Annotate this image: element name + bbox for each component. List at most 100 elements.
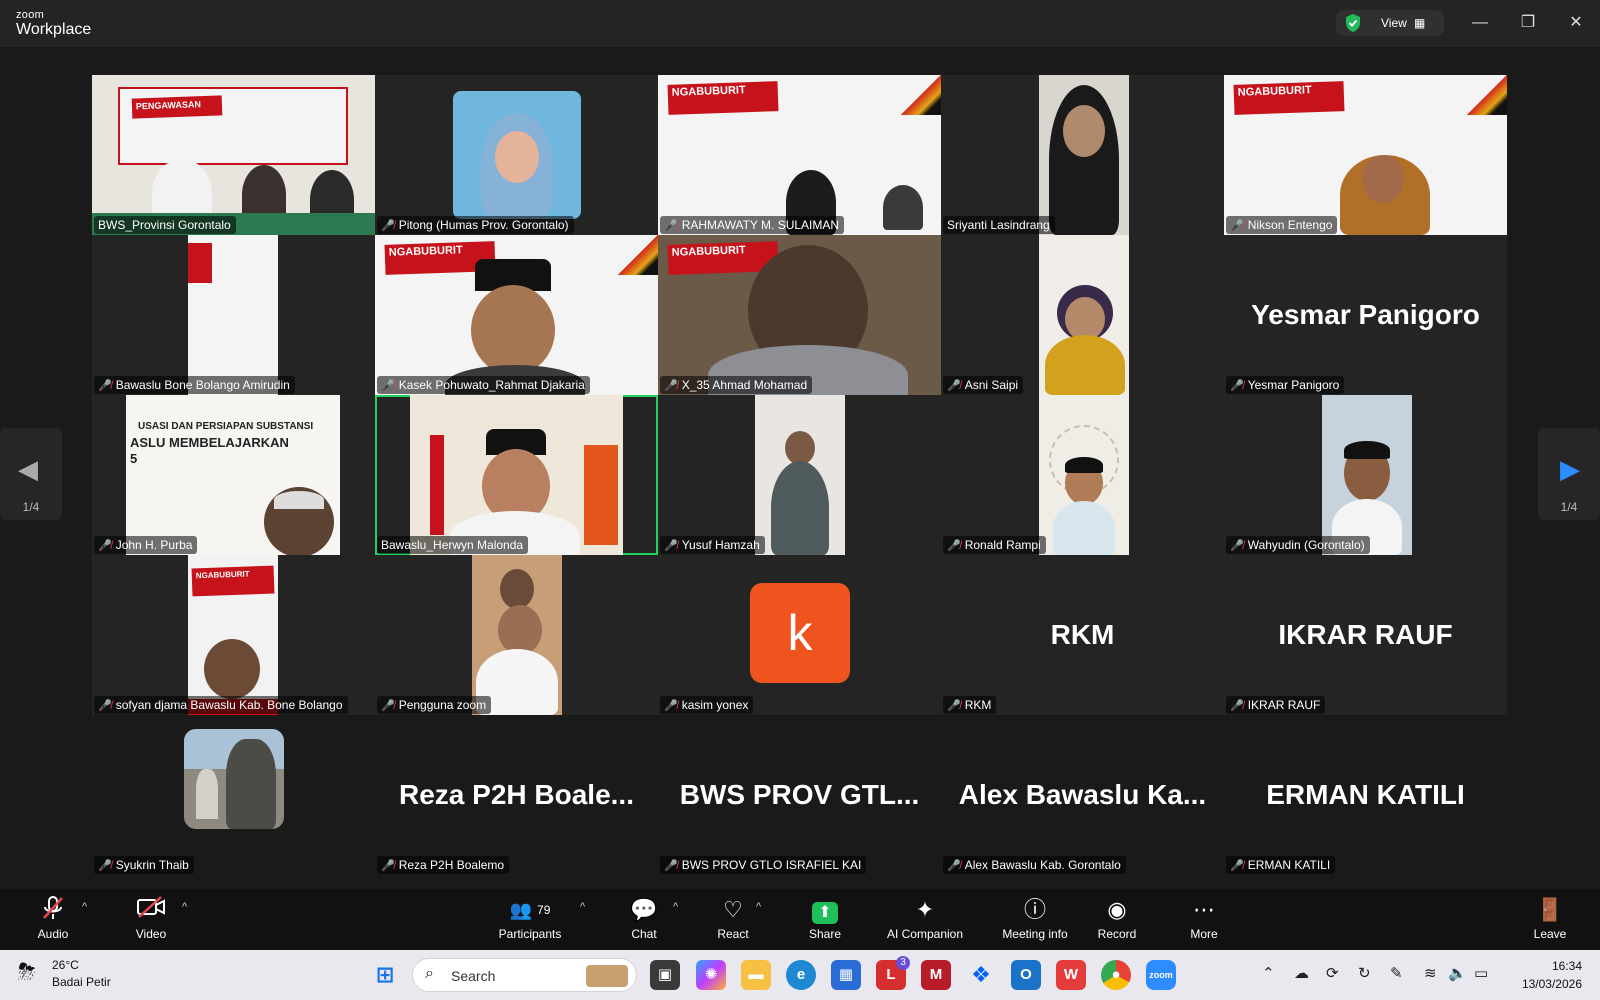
- file-explorer-icon[interactable]: ▬: [741, 960, 771, 990]
- muted-mic-icon: 🎤̸: [664, 220, 678, 232]
- muted-mic-icon: 🎤̸: [98, 380, 112, 392]
- participant-tile[interactable]: RKM 🎤̸ RKM: [941, 555, 1224, 715]
- participant-tile[interactable]: ERMAN KATILI 🎤̸ ERMAN KATILI: [1224, 715, 1507, 875]
- muted-mic-icon: 🎤̸: [381, 860, 395, 872]
- record-button[interactable]: ◉ Record: [1072, 895, 1162, 941]
- participant-tile[interactable]: IKRAR RAUF 🎤̸ IKRAR RAUF: [1224, 555, 1507, 715]
- windows-start-icon[interactable]: ⊞: [370, 960, 400, 990]
- close-button[interactable]: ✕: [1564, 11, 1588, 35]
- participant-tile[interactable]: NGABUBURIT 🎤̸ Kasek Pohuwato_Rahmat Djaka…: [375, 235, 658, 395]
- muted-mic-icon: 🎤̸: [1230, 380, 1244, 392]
- participant-display-name: Yesmar Panigoro: [1251, 299, 1480, 330]
- participants-button[interactable]: 👥 79 Participants: [485, 895, 575, 941]
- participant-video: [755, 395, 845, 555]
- volume-icon[interactable]: 🔈: [1448, 964, 1467, 982]
- participant-tile[interactable]: 🎤̸ Bawaslu Bone Bolango Amirudin: [92, 235, 375, 395]
- video-options-caret[interactable]: ^: [182, 901, 187, 913]
- record-icon: ◉: [1107, 897, 1127, 922]
- edge-browser-icon[interactable]: e: [786, 960, 816, 990]
- event-banner: PENGAWASAN: [131, 95, 223, 119]
- participant-tile[interactable]: NGABUBURIT 🎤̸ RAHMAWATY M. SULAIMAN: [658, 75, 941, 235]
- onedrive-cloud-icon[interactable]: ☁: [1294, 964, 1309, 982]
- participant-tile[interactable]: NGABUBURIT 🎤̸ X_35 Ahmad Mohamad: [658, 235, 941, 395]
- audio-options-caret[interactable]: ^: [82, 901, 87, 913]
- taskbar-search-box[interactable]: ⌕ Search: [412, 958, 637, 992]
- zoom-app-icon[interactable]: zoom: [1146, 960, 1176, 990]
- previous-page-button[interactable]: ◀ 1/4: [0, 428, 62, 520]
- participant-tile[interactable]: PENGAWASAN BWS_Provinsi Gorontalo: [92, 75, 375, 235]
- chat-options-caret[interactable]: ^: [673, 901, 678, 913]
- participant-tile[interactable]: 🎤̸ Yusuf Hamzah: [658, 395, 941, 555]
- participant-tile[interactable]: 🎤̸ Syukrin Thaib: [92, 715, 375, 875]
- wifi-icon[interactable]: ≋: [1424, 964, 1437, 982]
- participant-tile[interactable]: NGABUBURIT 🎤̸ Nikson Entengo: [1224, 75, 1507, 235]
- task-view-icon[interactable]: ▣: [650, 960, 680, 990]
- participant-tile[interactable]: USASI DAN PERSIAPAN SUBSTANSI ASLU MEMBE…: [92, 395, 375, 555]
- clock-time[interactable]: 16:34: [1532, 959, 1582, 973]
- slide-text: 5: [130, 451, 138, 466]
- next-page-button[interactable]: ▶ 1/4: [1538, 428, 1600, 520]
- participant-tile[interactable]: 🎤̸ Pengguna zoom: [375, 555, 658, 715]
- react-options-caret[interactable]: ^: [756, 901, 761, 913]
- more-dots-icon: ⋯: [1193, 897, 1215, 922]
- mcafee-icon[interactable]: M: [921, 960, 951, 990]
- chrome-browser-icon[interactable]: ●: [1101, 960, 1131, 990]
- participant-tile[interactable]: 🎤̸ Ronald Rampi: [941, 395, 1224, 555]
- copilot-icon[interactable]: ✺: [696, 960, 726, 990]
- leave-button[interactable]: 🚪 Leave: [1505, 895, 1595, 941]
- participant-tile[interactable]: 🎤̸ Asni Saipi: [941, 235, 1224, 395]
- participant-tile[interactable]: k 🎤̸ kasim yonex: [658, 555, 941, 715]
- participant-tile[interactable]: Alex Bawaslu Ka... 🎤̸ Alex Bawaslu Kab. G…: [941, 715, 1224, 875]
- more-button[interactable]: ⋯ More: [1159, 895, 1249, 941]
- participant-name-label: 🎤̸ Bawaslu Bone Bolango Amirudin: [94, 376, 295, 394]
- muted-mic-icon: 🎤̸: [98, 860, 112, 872]
- microsoft-store-icon[interactable]: ▦: [831, 960, 861, 990]
- clock-date[interactable]: 13/03/2026: [1505, 977, 1582, 991]
- participant-name-label: 🎤̸ Reza P2H Boalemo: [377, 856, 510, 874]
- wps-office-icon[interactable]: W: [1056, 960, 1086, 990]
- weather-temperature[interactable]: 26°C: [52, 958, 79, 972]
- update-icon[interactable]: ↻: [1358, 964, 1371, 982]
- slide-text: USASI DAN PERSIAPAN SUBSTANSI: [138, 421, 314, 432]
- participant-tile[interactable]: 🎤̸ Pitong (Humas Prov. Gorontalo): [375, 75, 658, 235]
- sync-status-icon[interactable]: ⟳: [1326, 964, 1339, 982]
- participant-video: NGABUBURIT: [658, 75, 941, 235]
- meeting-toolbar: Audio ^ Video ^ 👥 79 Participants ^ 💬 Ch…: [0, 889, 1600, 950]
- participants-options-caret[interactable]: ^: [580, 901, 585, 913]
- ai-companion-button[interactable]: ✦ AI Companion: [872, 895, 978, 941]
- react-button[interactable]: ♡ React: [688, 895, 778, 941]
- participant-video: NGABUBURIT: [375, 235, 658, 395]
- muted-mic-icon: 🎤̸: [664, 540, 678, 552]
- weather-thunderstorm-icon[interactable]: ⛈: [18, 959, 36, 985]
- participant-tile-active-speaker[interactable]: Bawaslu_Herwyn Malonda: [375, 395, 658, 555]
- participant-video: NGABUBURIT: [1224, 75, 1507, 235]
- participant-name-label: 🎤̸ sofyan djama Bawaslu Kab. Bone Bolango: [94, 696, 348, 714]
- restore-button[interactable]: ❐: [1516, 11, 1540, 35]
- participant-tile[interactable]: 🎤̸ Wahyudin (Gorontalo): [1224, 395, 1507, 555]
- page-indicator-left: 1/4: [22, 500, 40, 514]
- participant-display-name: Reza P2H Boale...: [399, 779, 634, 810]
- participant-name-label: 🎤̸ Wahyudin (Gorontalo): [1226, 536, 1370, 554]
- pen-menu-icon[interactable]: ✎: [1390, 964, 1403, 982]
- participant-video: [1039, 395, 1129, 555]
- muted-mic-icon: 🎤̸: [664, 860, 678, 872]
- show-hidden-icons-chevron-icon[interactable]: ⌃: [1262, 964, 1275, 982]
- participant-tile[interactable]: NGABUBURIT 🎤̸ sofyan djama Bawaslu Kab. B…: [92, 555, 375, 715]
- participant-name-label: 🎤̸ kasim yonex: [660, 696, 754, 714]
- battery-icon[interactable]: ▭: [1474, 964, 1488, 982]
- minimize-button[interactable]: —: [1468, 11, 1492, 35]
- muted-mic-icon: 🎤̸: [1230, 860, 1244, 872]
- participant-video: [472, 555, 562, 715]
- participant-tile[interactable]: Sriyanti Lasindrang: [941, 75, 1224, 235]
- share-button[interactable]: ⬆ Share: [780, 895, 870, 941]
- dropbox-icon[interactable]: ❖: [966, 960, 996, 990]
- participant-tile[interactable]: Reza P2H Boale... 🎤̸ Reza P2H Boalemo: [375, 715, 658, 875]
- weather-description[interactable]: Badai Petir: [52, 975, 111, 989]
- participant-video: [188, 235, 278, 395]
- outlook-icon[interactable]: O: [1011, 960, 1041, 990]
- participant-tile[interactable]: Yesmar Panigoro 🎤̸ Yesmar Panigoro: [1224, 235, 1507, 395]
- chat-label: Chat: [631, 927, 657, 941]
- participant-display-name: IKRAR RAUF: [1278, 619, 1453, 650]
- participant-tile[interactable]: BWS PROV GTL... 🎤̸ BWS PROV GTLO ISRAFIEL…: [658, 715, 941, 875]
- participant-display-name: RKM: [1050, 619, 1115, 650]
